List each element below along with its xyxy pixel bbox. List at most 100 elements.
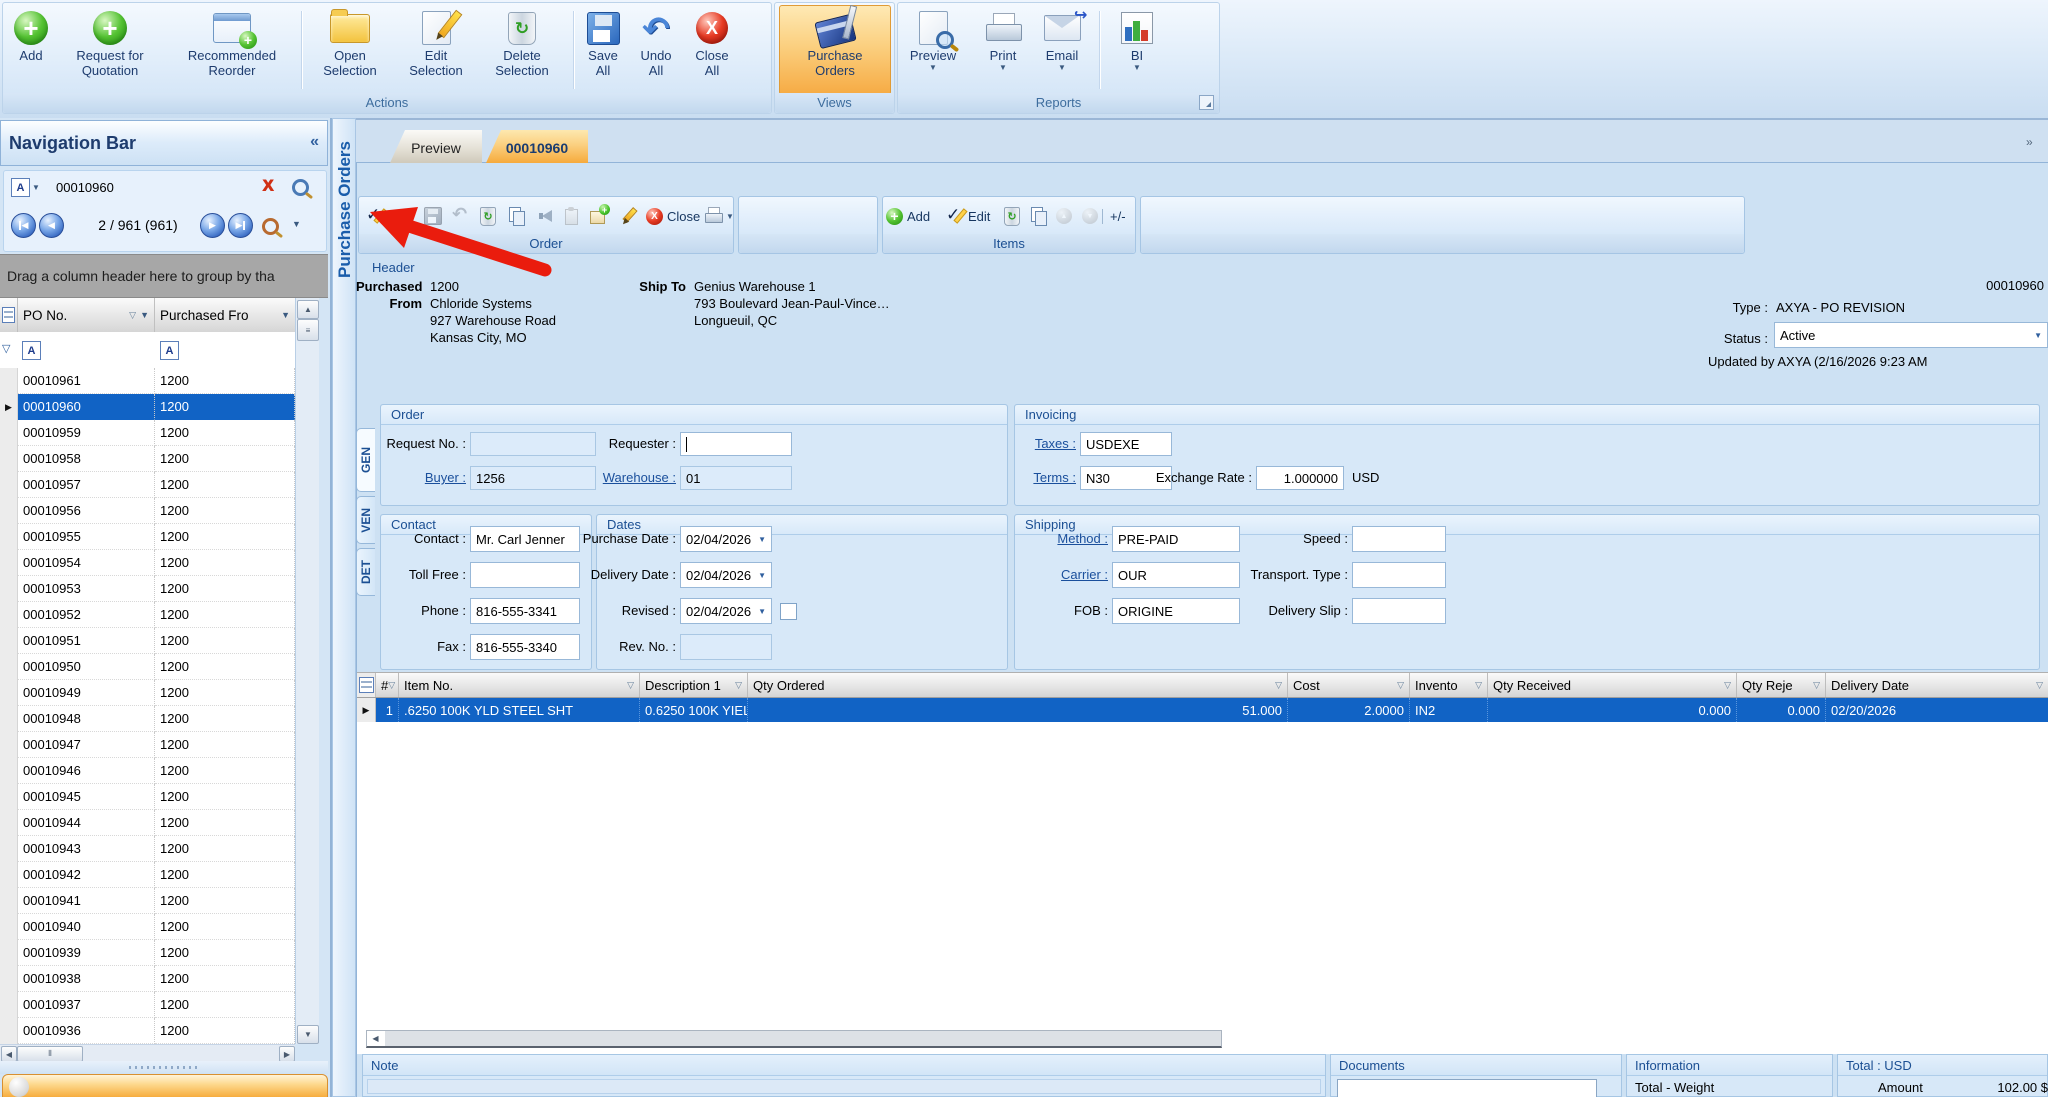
po-list-row[interactable]: 00010945 1200 [0, 784, 295, 810]
purchase-date-input[interactable]: 02/04/2026▼ [680, 526, 772, 552]
scroll-down-button[interactable]: ▼ [297, 1025, 319, 1044]
po-list-horizontal-scrollbar[interactable]: ◀ ⦀ ▶ [0, 1044, 295, 1062]
request-no-input[interactable] [470, 432, 596, 456]
filter-icon[interactable]: ▽ [627, 680, 634, 691]
po-list-row[interactable]: 00010947 1200 [0, 732, 295, 758]
items-col-cost[interactable]: Cost▽ [1288, 673, 1410, 697]
purchase-orders-side-strip[interactable]: Purchase Orders [332, 118, 356, 1097]
next-record-button[interactable]: ▶ [200, 213, 225, 238]
contact-input[interactable]: Mr. Carl Jenner [470, 526, 580, 552]
po-list-row[interactable]: 00010943 1200 [0, 836, 295, 862]
po-list-row[interactable]: 00010956 1200 [0, 498, 295, 524]
tab-scroll-more-icon[interactable]: » [2026, 134, 2033, 150]
po-filter-input[interactable] [42, 340, 150, 359]
items-col-qty-ordered[interactable]: Qty Ordered▽ [748, 673, 1288, 697]
status-combobox[interactable]: Active ▼ [1774, 322, 2048, 348]
horizontal-scroll-thumb[interactable]: ⦀ [17, 1046, 83, 1062]
scroll-up-button[interactable]: ▲ [297, 300, 319, 319]
panel-splitter[interactable] [0, 1061, 328, 1074]
open-selection-button[interactable]: OpenSelection [307, 6, 393, 92]
items-col-delivery-date[interactable]: Delivery Date▽ [1826, 673, 2048, 697]
items-col-inventory[interactable]: Invento▽ [1410, 673, 1488, 697]
status-dropdown-icon[interactable]: ▼ [2034, 331, 2042, 340]
delivery-slip-input[interactable] [1352, 598, 1446, 624]
transport-type-input[interactable] [1352, 562, 1446, 588]
po-list-row[interactable]: 00010936 1200 [0, 1018, 295, 1044]
vertical-scroll-thumb[interactable]: ≡ [297, 319, 319, 341]
po-list-row[interactable]: 00010951 1200 [0, 628, 295, 654]
items-copy-button[interactable] [1030, 205, 1048, 227]
buyer-input[interactable]: 1256 [470, 466, 596, 490]
scroll-left-button[interactable]: ◀ [1, 1046, 17, 1062]
last-record-button[interactable]: ▶ [228, 213, 253, 238]
undo-all-button[interactable]: UndoAll [631, 6, 681, 92]
search-options-dropdown[interactable]: ▼ [292, 219, 301, 229]
clear-search-icon[interactable]: X [262, 176, 273, 196]
items-col-description[interactable]: Description 1▽ [640, 673, 748, 697]
vendor-filter-type-icon[interactable] [160, 341, 179, 360]
print-button[interactable]: Print▼ [973, 6, 1033, 92]
items-move-down-button[interactable]: ▼ [1082, 205, 1098, 227]
items-add-button[interactable]: Add [886, 205, 930, 227]
po-number-column-header[interactable]: PO No. ▽ ▼ [18, 298, 155, 332]
exchange-rate-input[interactable]: 1.000000 [1256, 466, 1344, 490]
date-dropdown-icon[interactable]: ▼ [758, 571, 766, 580]
tab-preview[interactable]: Preview [390, 130, 482, 163]
vendor-column-header[interactable]: Purchased Fro ▼ [155, 298, 295, 332]
print-dropdown-arrow[interactable]: ▼ [999, 63, 1007, 72]
phone-input[interactable]: 816-555-3341 [470, 598, 580, 624]
email-dropdown-arrow[interactable]: ▼ [1058, 63, 1066, 72]
items-move-up-button[interactable]: ▲ [1056, 205, 1072, 227]
collapse-panel-icon[interactable]: « [310, 133, 319, 151]
po-list-row[interactable]: 00010955 1200 [0, 524, 295, 550]
items-col-qty-rejected[interactable]: Qty Reje▽ [1737, 673, 1826, 697]
order-delete-button[interactable] [480, 205, 496, 227]
order-print-button[interactable]: ▼ [704, 205, 734, 227]
preview-dropdown-arrow[interactable]: ▼ [929, 63, 937, 72]
vendor-filter-input[interactable] [180, 340, 290, 359]
order-edit-button[interactable]: Edit [366, 205, 410, 227]
first-record-button[interactable]: ◀ [11, 213, 36, 238]
items-edit-button[interactable]: Edit [946, 205, 990, 227]
po-list-row[interactable]: 00010937 1200 [0, 992, 295, 1018]
filter-icon[interactable]: ▽ [1275, 680, 1282, 691]
date-dropdown-icon[interactable]: ▼ [758, 607, 766, 616]
items-grid-row[interactable]: ▶ 1 .6250 100K YLD STEEL SHT 0.6250 100K… [357, 698, 2048, 722]
filter-edit-icon[interactable]: ▽ [2, 342, 10, 355]
warehouse-link[interactable]: Warehouse : [592, 470, 676, 486]
column-dropdown-icon[interactable]: ▼ [140, 310, 149, 320]
filter-icon[interactable]: ▽ [1397, 680, 1404, 691]
order-announce-button[interactable] [536, 205, 554, 227]
revised-date-input[interactable]: 02/04/2026▼ [680, 598, 772, 624]
filter-icon[interactable]: ▽ [2036, 680, 2043, 691]
order-copy-button[interactable] [508, 205, 526, 227]
purchase-orders-view-button[interactable]: PurchaseOrders [779, 5, 891, 95]
edit-selection-button[interactable]: EditSelection [397, 6, 475, 92]
documents-input[interactable] [1337, 1079, 1597, 1097]
collapsed-nav-group-bar[interactable] [2, 1074, 328, 1097]
buyer-link[interactable]: Buyer : [412, 470, 466, 486]
warehouse-input[interactable]: 01 [680, 466, 792, 490]
terms-link[interactable]: Terms : [1024, 470, 1076, 486]
items-horizontal-scrollbar[interactable]: ◀ [366, 1030, 1222, 1048]
column-dropdown-icon[interactable]: ▼ [281, 310, 290, 320]
po-list-row[interactable]: 00010957 1200 [0, 472, 295, 498]
tab-ven[interactable]: VEN [356, 496, 375, 544]
items-col-number[interactable]: #▽ [376, 673, 399, 697]
po-list-row[interactable]: 00010953 1200 [0, 576, 295, 602]
filter-icon[interactable]: ▽ [1475, 680, 1482, 691]
fax-input[interactable]: 816-555-3340 [470, 634, 580, 660]
recommended-reorder-button[interactable]: + RecommendedReorder [167, 6, 297, 92]
po-list-row[interactable]: 00010941 1200 [0, 888, 295, 914]
reports-dialog-launcher[interactable] [1199, 95, 1214, 110]
items-col-item-no[interactable]: Item No.▽ [399, 673, 640, 697]
requester-input[interactable] [680, 432, 792, 456]
delete-selection-button[interactable]: DeleteSelection [479, 6, 565, 92]
preview-button[interactable]: Preview▼ [901, 6, 965, 92]
delivery-date-input[interactable]: 02/04/2026▼ [680, 562, 772, 588]
order-paste-button[interactable] [562, 205, 580, 227]
po-list-row[interactable]: 00010944 1200 [0, 810, 295, 836]
taxes-input[interactable]: USDEXE [1080, 432, 1172, 456]
po-filter-type-icon[interactable] [22, 341, 41, 360]
close-all-button[interactable]: X CloseAll [685, 6, 739, 92]
